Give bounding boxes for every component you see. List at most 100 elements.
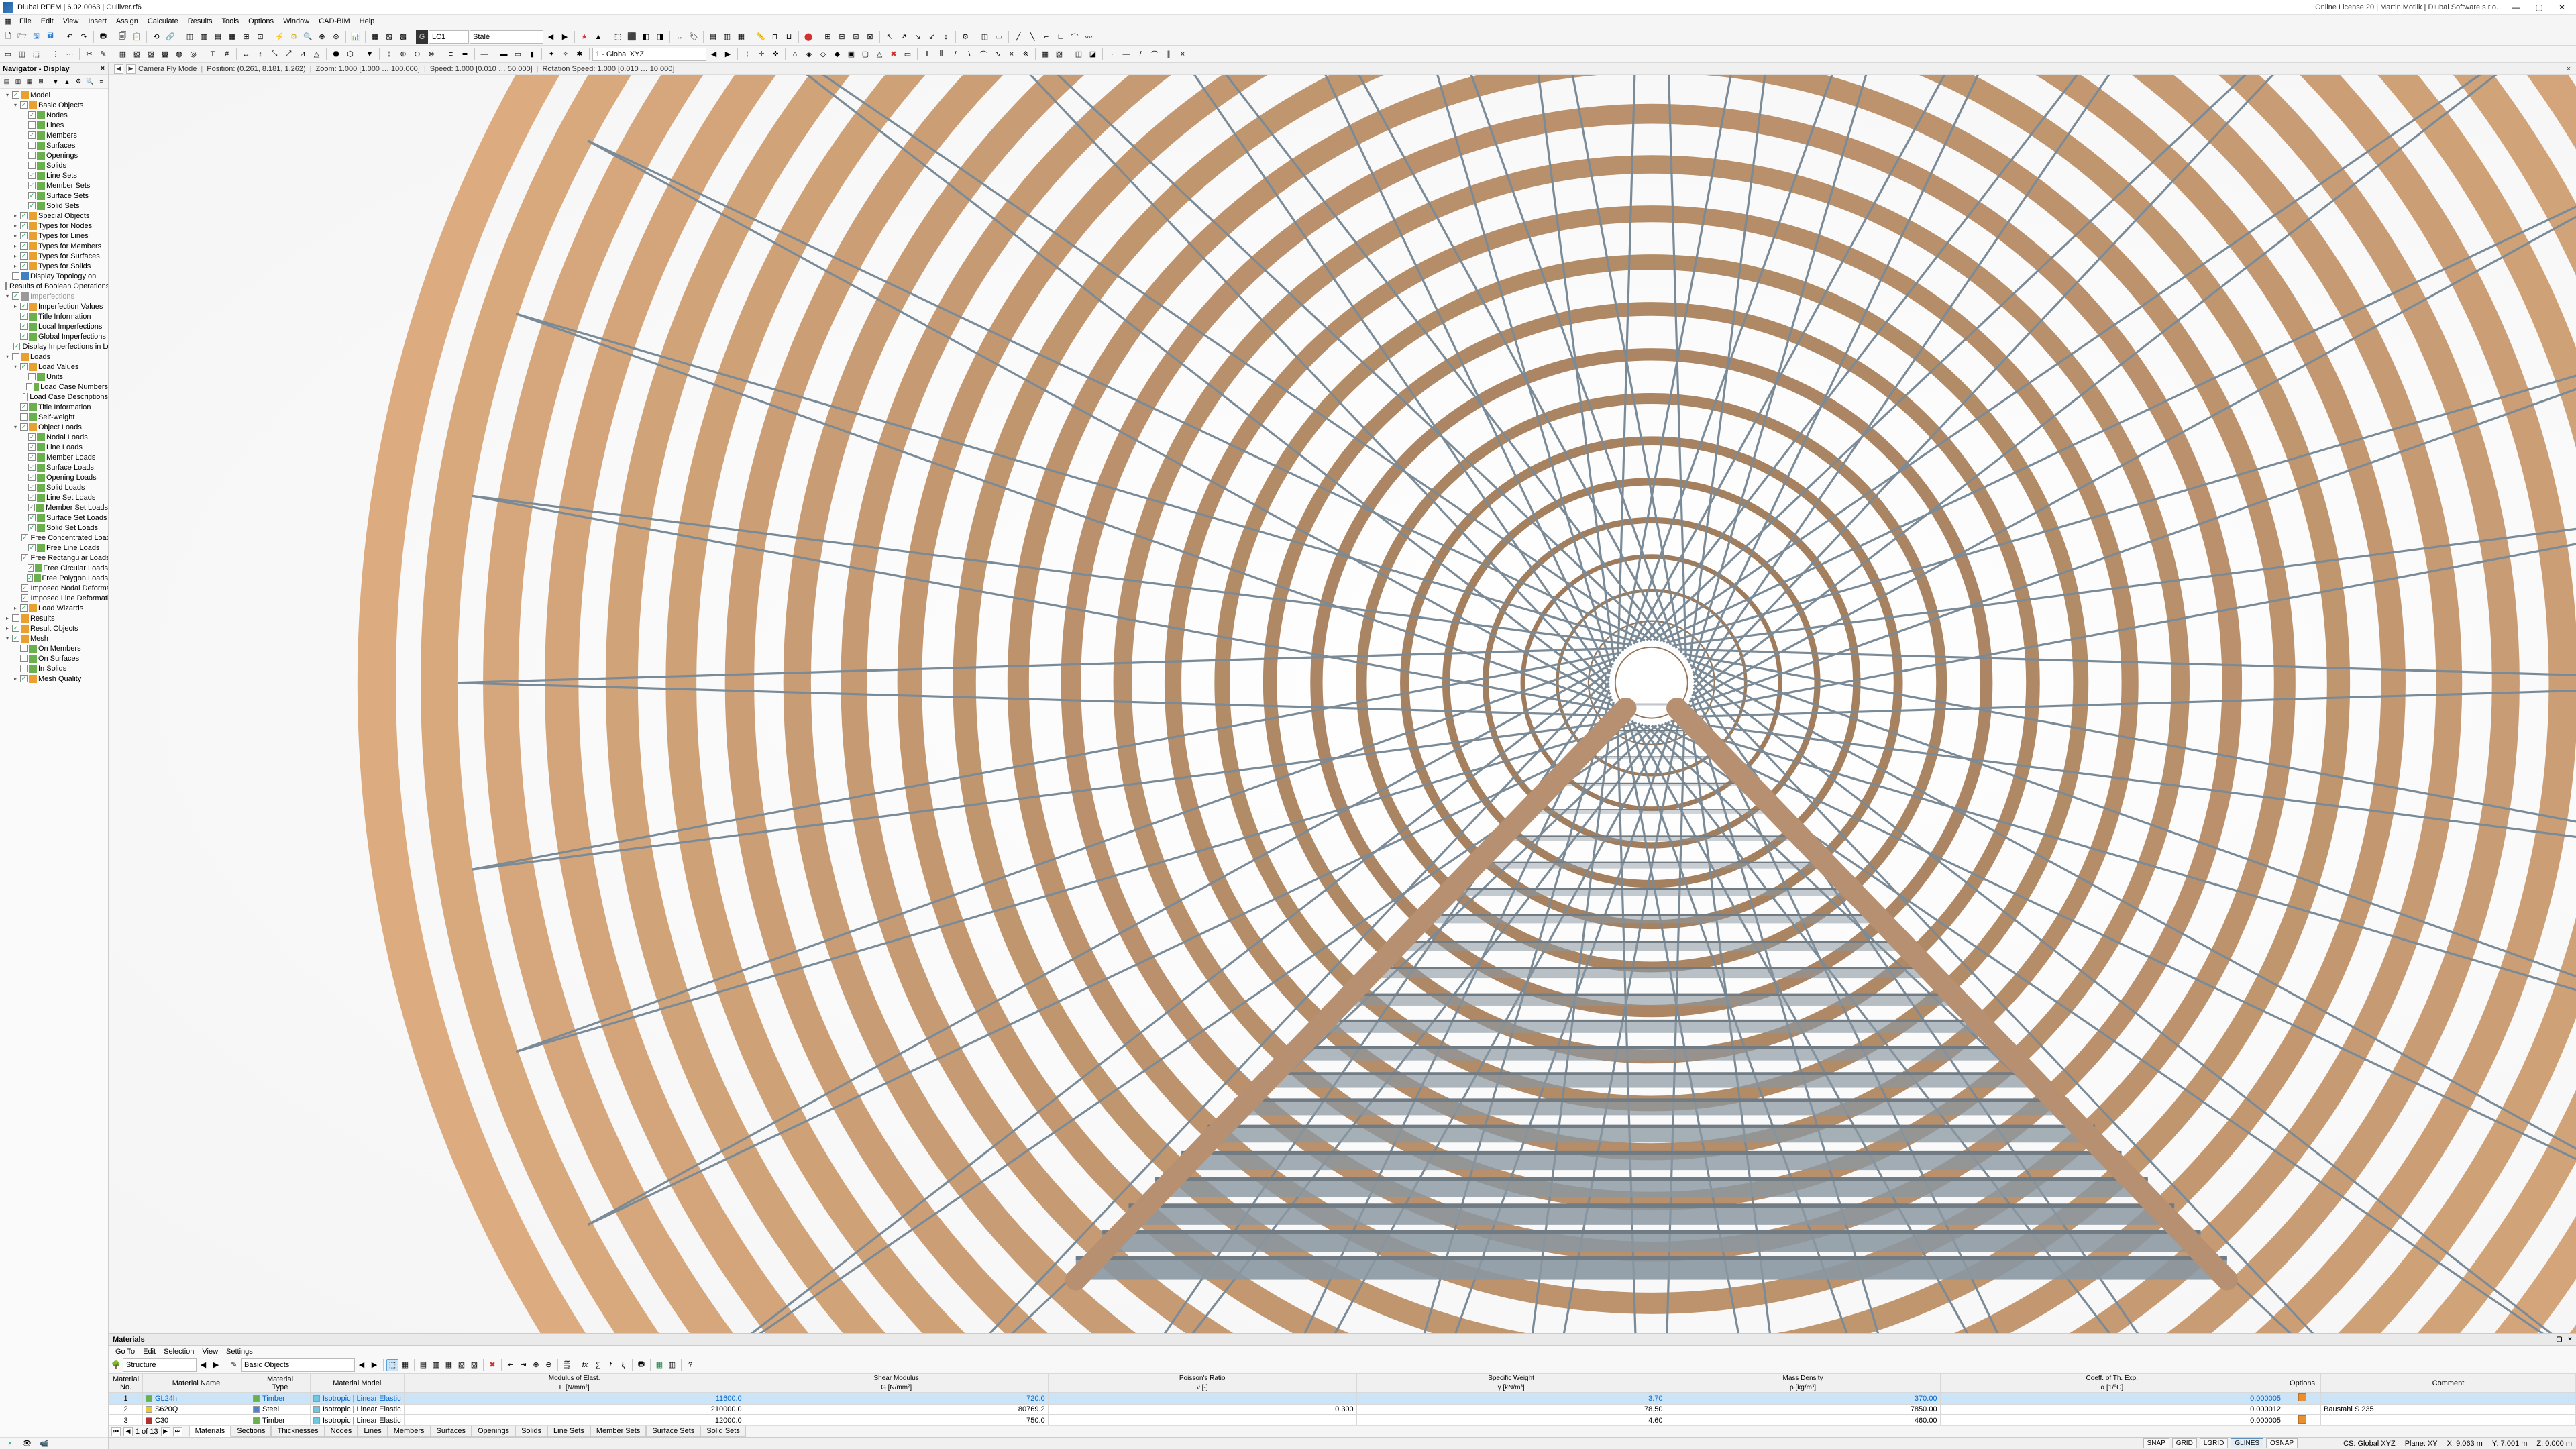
visibility-checkbox[interactable] bbox=[28, 484, 36, 491]
n2-button[interactable]: ↗ bbox=[897, 30, 910, 44]
cs-prev[interactable]: ◀ bbox=[707, 48, 720, 61]
material-row[interactable]: 1 GL24h Timber Isotropic | Linear Elasti… bbox=[109, 1393, 2576, 1405]
bp-prev3[interactable]: ◀ bbox=[123, 1427, 133, 1436]
m4-button[interactable]: ⊗ bbox=[425, 48, 438, 61]
tree-item[interactable]: In Solids bbox=[1, 663, 108, 674]
tree-item[interactable]: Openings bbox=[1, 150, 108, 160]
bp-prev[interactable]: ◀ bbox=[197, 1359, 209, 1371]
cs-combo[interactable]: 1 - Global XYZ bbox=[592, 48, 706, 61]
bp-combo-basic[interactable]: Basic Objects bbox=[241, 1358, 355, 1372]
tree-item[interactable]: ▸Types for Lines bbox=[1, 231, 108, 241]
q8-button[interactable]: ✖ bbox=[887, 48, 900, 61]
visibility-checkbox[interactable] bbox=[20, 604, 28, 612]
expand-toggle[interactable]: ▾ bbox=[4, 293, 11, 300]
tree-item[interactable]: Member Sets bbox=[1, 180, 108, 191]
bp-menu-view[interactable]: View bbox=[198, 1348, 222, 1356]
panel-tab[interactable]: Line Sets bbox=[547, 1426, 590, 1437]
tree-item[interactable]: Load Case Numbers bbox=[1, 382, 108, 392]
q3-button[interactable]: ◇ bbox=[816, 48, 830, 61]
bp-note[interactable]: 🗒 bbox=[561, 1359, 573, 1371]
u6-button[interactable]: ∿ bbox=[991, 48, 1004, 61]
u3-button[interactable]: / bbox=[949, 48, 962, 61]
visibility-checkbox[interactable] bbox=[13, 343, 20, 350]
visibility-checkbox[interactable] bbox=[28, 564, 34, 572]
status-toggle[interactable]: GLINES bbox=[2231, 1438, 2263, 1448]
q6-button[interactable]: ▢ bbox=[859, 48, 872, 61]
bp-g1[interactable]: ▤ bbox=[417, 1359, 429, 1371]
tree-item[interactable]: Member Set Loads bbox=[1, 502, 108, 513]
bp-g4[interactable]: ▧ bbox=[455, 1359, 468, 1371]
edit-tool[interactable]: ✎ bbox=[97, 48, 110, 61]
expand-toggle[interactable]: ▸ bbox=[12, 263, 19, 270]
target-button[interactable]: ⊙ bbox=[329, 30, 343, 44]
panel-tab[interactable]: Surface Sets bbox=[646, 1426, 700, 1437]
visibility-checkbox[interactable] bbox=[28, 474, 36, 481]
visibility-checkbox[interactable] bbox=[20, 333, 28, 340]
tool-b-button[interactable]: ⬛ bbox=[625, 30, 639, 44]
u5-button[interactable]: ⌒ bbox=[977, 48, 990, 61]
bp-menu-settings[interactable]: Settings bbox=[222, 1348, 257, 1356]
tree-item[interactable]: ▾Loads bbox=[1, 352, 108, 362]
line4-button[interactable]: ∟ bbox=[1054, 30, 1067, 44]
tree-item[interactable]: Results of Boolean Operations bbox=[1, 281, 108, 291]
viewport-3d[interactable] bbox=[109, 75, 2576, 1333]
visibility-checkbox[interactable] bbox=[20, 665, 28, 672]
u8-button[interactable]: ※ bbox=[1019, 48, 1032, 61]
r6-button[interactable]: △ bbox=[310, 48, 323, 61]
filter-button[interactable]: ⋮ bbox=[49, 48, 62, 61]
line6-button[interactable]: 〰 bbox=[1082, 30, 1095, 44]
w1-button[interactable]: ◫ bbox=[1072, 48, 1085, 61]
tree-item[interactable]: Solid Sets bbox=[1, 201, 108, 211]
zoom-button[interactable]: ⊕ bbox=[315, 30, 329, 44]
e3-button[interactable]: ▨ bbox=[144, 48, 158, 61]
bp-hl-icon[interactable]: ▦ bbox=[399, 1359, 411, 1371]
copy-button[interactable]: 🗐 bbox=[116, 30, 129, 44]
bp-g2[interactable]: ▥ bbox=[430, 1359, 442, 1371]
gear-button[interactable]: ⚙ bbox=[287, 30, 301, 44]
visibility-checkbox[interactable] bbox=[20, 252, 28, 260]
visibility-checkbox[interactable] bbox=[20, 403, 28, 411]
bp-prev2[interactable]: ◀ bbox=[356, 1359, 368, 1371]
x5-button[interactable]: ∥ bbox=[1162, 48, 1175, 61]
menu-calculate[interactable]: Calculate bbox=[143, 16, 183, 27]
menu-results[interactable]: Results bbox=[183, 16, 217, 27]
visibility-checkbox[interactable] bbox=[28, 514, 36, 521]
funnel-button[interactable]: ▼ bbox=[363, 48, 376, 61]
visibility-checkbox[interactable] bbox=[5, 282, 7, 290]
menu-tools[interactable]: Tools bbox=[217, 16, 244, 27]
x4-button[interactable]: ⌒ bbox=[1148, 48, 1161, 61]
m3-button[interactable]: ⊖ bbox=[411, 48, 424, 61]
bp-i4[interactable]: ⊖ bbox=[543, 1359, 555, 1371]
visibility-checkbox[interactable] bbox=[28, 373, 36, 380]
r1-button[interactable]: ↔ bbox=[239, 48, 253, 61]
tag-button[interactable]: 🏷 bbox=[687, 30, 700, 44]
minimize-button[interactable]: — bbox=[2505, 1, 2528, 14]
open-button[interactable]: 🗁 bbox=[15, 30, 29, 44]
expand-toggle[interactable]: ▸ bbox=[12, 233, 19, 239]
h2-button[interactable]: ▭ bbox=[511, 48, 525, 61]
tool-c-button[interactable]: ◧ bbox=[639, 30, 653, 44]
material-row[interactable]: 2 S620Q Steel Isotropic | Linear Elastic… bbox=[109, 1405, 2576, 1415]
visibility-checkbox[interactable] bbox=[20, 423, 28, 431]
visibility-checkbox[interactable] bbox=[28, 142, 36, 149]
ruler-button[interactable]: 📏 bbox=[754, 30, 767, 44]
txt-button[interactable]: T bbox=[206, 48, 219, 61]
info-next[interactable]: ▶ bbox=[126, 64, 136, 74]
bp-i2[interactable]: ⇥ bbox=[517, 1359, 529, 1371]
e1-button[interactable]: ▦ bbox=[116, 48, 129, 61]
mesh3-button[interactable]: ▩ bbox=[396, 30, 410, 44]
tree-item[interactable]: Member Loads bbox=[1, 452, 108, 462]
search-button[interactable]: 🔍 bbox=[301, 30, 315, 44]
visibility-checkbox[interactable] bbox=[20, 645, 28, 652]
tree-item[interactable]: ▸Imperfection Values bbox=[1, 301, 108, 311]
tree-item[interactable]: Solids bbox=[1, 160, 108, 170]
navigator-close[interactable]: × bbox=[99, 64, 107, 72]
undo-button[interactable]: ↶ bbox=[63, 30, 76, 44]
tree-item[interactable]: ▸Types for Members bbox=[1, 241, 108, 251]
visibility-checkbox[interactable] bbox=[28, 443, 36, 451]
loadcase-combo[interactable]: LC1 bbox=[429, 30, 469, 44]
expand-toggle[interactable]: ▸ bbox=[12, 243, 19, 250]
view4-button[interactable]: ▦ bbox=[225, 30, 239, 44]
w2-button[interactable]: ◪ bbox=[1086, 48, 1099, 61]
tree-item[interactable]: ▸Results bbox=[1, 613, 108, 623]
